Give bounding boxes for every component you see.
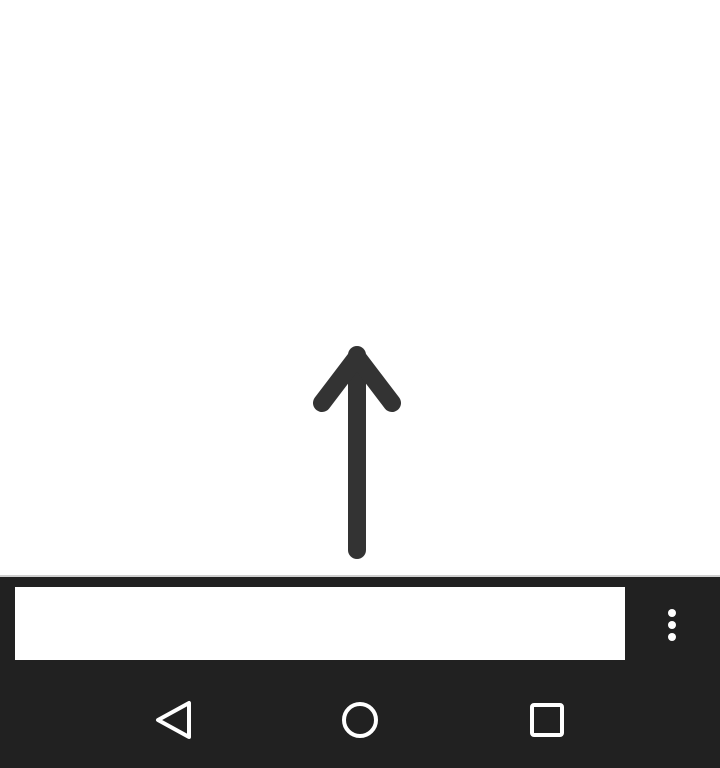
content-area (0, 0, 720, 575)
arrow-up-icon (313, 346, 401, 559)
home-button[interactable] (300, 660, 420, 768)
recents-icon (530, 703, 564, 737)
back-icon (156, 701, 191, 739)
text-input[interactable] (15, 587, 625, 660)
more-vert-icon[interactable] (650, 597, 694, 653)
menu-dot (668, 609, 676, 617)
menu-dot (668, 621, 676, 629)
recents-button[interactable] (487, 660, 607, 768)
navigation-bar (0, 660, 720, 768)
screen (0, 0, 720, 768)
menu-dot (668, 633, 676, 641)
input-bar (0, 575, 720, 660)
home-icon (342, 702, 378, 738)
back-button[interactable] (113, 660, 233, 768)
